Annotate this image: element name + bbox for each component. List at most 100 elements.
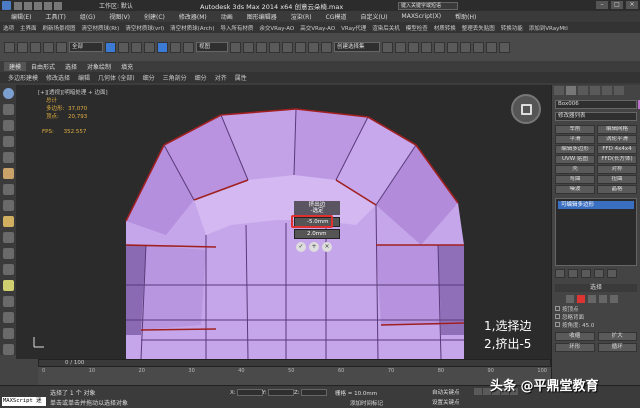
- cone-icon[interactable]: [2, 168, 14, 179]
- ignore-backfacing-checkbox[interactable]: [555, 314, 560, 319]
- line-icon[interactable]: [2, 264, 14, 275]
- move-icon[interactable]: [157, 41, 168, 53]
- tube-icon[interactable]: [2, 200, 14, 211]
- caddy-ok-button[interactable]: ✓: [296, 242, 306, 252]
- pivot-icon[interactable]: [230, 41, 241, 53]
- perspective-viewport[interactable]: [+][透视][明暗处理 + 边面] 总计 多边形: 37,070 顶点: 20,7…: [16, 85, 551, 359]
- display-tab-icon[interactable]: [602, 86, 612, 95]
- ribbon-triangulation[interactable]: 三角剖分: [159, 73, 191, 82]
- light-icon[interactable]: [2, 280, 14, 291]
- new-file-icon[interactable]: [14, 1, 22, 10]
- object-name-field[interactable]: Box006: [555, 100, 640, 109]
- render-icon[interactable]: [499, 41, 510, 53]
- modifier-button[interactable]: 壳: [555, 165, 595, 174]
- undo-button[interactable]: [4, 41, 15, 53]
- script-item[interactable]: 清空材质球(Rt): [79, 24, 123, 32]
- plane-icon[interactable]: [2, 152, 14, 163]
- manipulate-icon[interactable]: [243, 41, 254, 53]
- utilities-tab-icon[interactable]: [614, 86, 624, 95]
- script-item[interactable]: 余交VRay-AO: [256, 24, 297, 32]
- ribbon-align[interactable]: 对齐: [211, 73, 231, 82]
- border-mode-icon[interactable]: [588, 295, 596, 303]
- menu-modifiers[interactable]: 修改器(M): [172, 12, 214, 21]
- material-editor-icon[interactable]: [460, 41, 471, 53]
- menu-help[interactable]: 帮助(H): [448, 12, 483, 21]
- reference-coord-dropdown[interactable]: 视图: [196, 42, 228, 52]
- app-menu-icon[interactable]: [2, 1, 11, 10]
- rect-selection-icon[interactable]: [131, 41, 142, 53]
- menu-views[interactable]: 视图(V): [102, 12, 137, 21]
- modifier-button[interactable]: UVW 贴图: [555, 155, 595, 164]
- polygon-mesh[interactable]: [16, 85, 551, 359]
- script-item[interactable]: 选项: [0, 24, 17, 32]
- ribbon-subdivision[interactable]: 细分: [139, 73, 159, 82]
- save-file-icon[interactable]: [34, 1, 42, 10]
- minimize-button[interactable]: –: [596, 1, 608, 9]
- angle-snap-icon[interactable]: [282, 41, 293, 53]
- schematic-view-icon[interactable]: [447, 41, 458, 53]
- align-icon[interactable]: [395, 41, 406, 53]
- close-button[interactable]: ×: [626, 1, 638, 9]
- setkey-button[interactable]: 设置关键点: [432, 398, 460, 406]
- script-item[interactable]: 转换功能: [498, 24, 526, 32]
- time-slider[interactable]: 0 / 100: [38, 359, 551, 367]
- ribbon-edit[interactable]: 编辑: [74, 73, 94, 82]
- scale-icon[interactable]: [183, 41, 194, 53]
- ribbon-geometry[interactable]: 几何体 (全部): [94, 73, 139, 82]
- modify-tab-icon[interactable]: [566, 86, 576, 95]
- modifier-button[interactable]: 编辑多边形: [555, 145, 595, 154]
- menu-cg[interactable]: CG模道: [319, 12, 354, 21]
- redo-icon[interactable]: [54, 1, 62, 10]
- track-bar[interactable]: 0 10 20 30 40 50 60 70 80 90 100: [38, 367, 551, 385]
- helper-icon[interactable]: [2, 312, 14, 323]
- modifier-stack[interactable]: 可编辑多边形: [555, 198, 637, 266]
- pin-stack-icon[interactable]: [555, 269, 565, 278]
- go-to-start-icon[interactable]: [474, 388, 482, 395]
- menu-tools[interactable]: 工具(T): [38, 12, 72, 21]
- caddy-cancel-button[interactable]: ×: [322, 242, 332, 252]
- script-item[interactable]: 主界面: [17, 24, 40, 32]
- geosphere-icon[interactable]: [2, 232, 14, 243]
- script-item[interactable]: 添加到VRayMtl: [526, 24, 571, 32]
- percent-snap-icon[interactable]: [295, 41, 306, 53]
- unlink-icon[interactable]: [43, 41, 54, 53]
- script-item[interactable]: 高交VRay-AO: [297, 24, 338, 32]
- render-setup-icon[interactable]: [473, 41, 484, 53]
- configure-sets-icon[interactable]: [607, 269, 617, 278]
- curve-editor-icon[interactable]: [434, 41, 445, 53]
- ribbon-modify-selection[interactable]: 修改选择: [42, 73, 74, 82]
- tab-populate[interactable]: 填充: [116, 62, 138, 71]
- layer-icon[interactable]: [408, 41, 419, 53]
- script-item[interactable]: 刷新场景视图: [40, 24, 79, 32]
- select-by-name-icon[interactable]: [118, 41, 129, 53]
- motion-tab-icon[interactable]: [590, 86, 600, 95]
- cylinder-icon[interactable]: [2, 120, 14, 131]
- grow-button[interactable]: 扩大: [597, 332, 637, 341]
- named-selection-dropdown[interactable]: 创建选择集: [334, 42, 380, 52]
- modifier-button[interactable]: 晶格: [597, 185, 637, 194]
- teapot-icon[interactable]: [2, 136, 14, 147]
- tab-object-paint[interactable]: 对象绘制: [82, 62, 116, 71]
- loop-button[interactable]: 循环: [597, 343, 637, 352]
- script-item[interactable]: 清空材质球(vrl): [122, 24, 167, 32]
- mirror-icon[interactable]: [382, 41, 393, 53]
- sphere-icon[interactable]: [2, 88, 14, 99]
- caddy-apply-button[interactable]: +: [309, 242, 319, 252]
- script-item[interactable]: 导入所有材质: [217, 24, 256, 32]
- camera-icon[interactable]: [2, 296, 14, 307]
- script-item[interactable]: 渲染后关机: [369, 24, 403, 32]
- modifier-button[interactable]: 扭曲: [597, 175, 637, 184]
- ribbon-subdivide[interactable]: 细分: [191, 73, 211, 82]
- by-vertex-checkbox[interactable]: [555, 306, 560, 311]
- torus-icon[interactable]: [2, 184, 14, 195]
- coord-z[interactable]: Z:: [294, 389, 328, 396]
- modifier-button[interactable]: 噪波: [555, 185, 595, 194]
- tab-modeling[interactable]: 建模: [4, 62, 27, 71]
- modifier-button[interactable]: 弯曲: [555, 175, 595, 184]
- show-end-result-icon[interactable]: [568, 269, 578, 278]
- redo-button[interactable]: [17, 41, 28, 53]
- autokey-button[interactable]: 自动关键点: [432, 388, 460, 396]
- element-mode-icon[interactable]: [610, 295, 618, 303]
- bind-icon[interactable]: [56, 41, 67, 53]
- menu-maxscript[interactable]: MAXScript(X): [395, 13, 449, 20]
